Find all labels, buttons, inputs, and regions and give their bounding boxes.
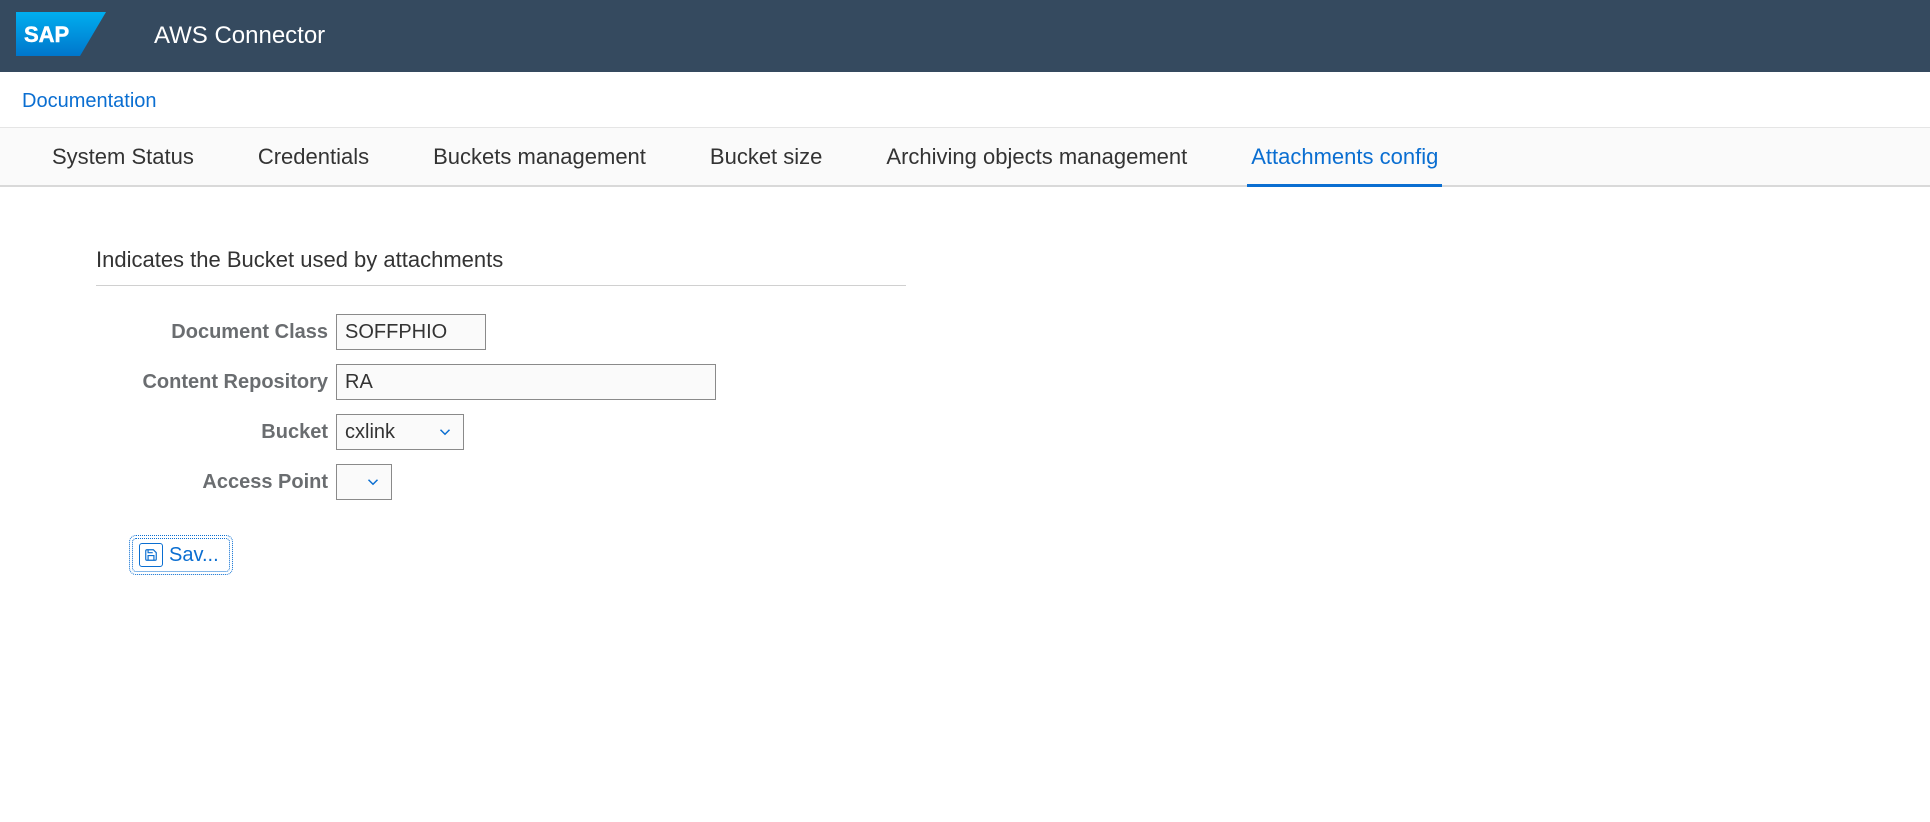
save-icon [139, 543, 163, 567]
label-content-repository: Content Repository [96, 371, 336, 394]
label-access-point: Access Point [96, 471, 336, 494]
combo-bucket-value: cxlink [337, 421, 427, 444]
row-document-class: Document Class [96, 314, 1834, 350]
save-button-label: Sav... [169, 544, 219, 567]
tab-bar: System Status Credentials Buckets manage… [0, 128, 1930, 187]
label-document-class: Document Class [96, 321, 336, 344]
content-area: Indicates the Bucket used by attachments… [0, 187, 1930, 612]
section-title: Indicates the Bucket used by attachments [96, 247, 906, 286]
app-title: AWS Connector [154, 22, 325, 50]
sap-logo: SAP [16, 12, 106, 61]
label-bucket: Bucket [96, 421, 336, 444]
chevron-down-icon [427, 423, 463, 441]
row-content-repository: Content Repository [96, 364, 1834, 400]
combo-access-point[interactable] [336, 464, 392, 500]
tab-bucket-size[interactable]: Bucket size [706, 128, 827, 187]
row-bucket: Bucket cxlink [96, 414, 1834, 450]
tab-credentials[interactable]: Credentials [254, 128, 373, 187]
tab-system-status[interactable]: System Status [48, 128, 198, 187]
app-header: SAP AWS Connector [0, 0, 1930, 72]
tab-archiving-objects[interactable]: Archiving objects management [882, 128, 1191, 187]
documentation-link[interactable]: Documentation [22, 90, 157, 112]
tab-attachments-config[interactable]: Attachments config [1247, 128, 1442, 187]
row-access-point: Access Point [96, 464, 1834, 500]
svg-text:SAP: SAP [24, 22, 69, 47]
input-document-class[interactable] [336, 314, 486, 350]
combo-bucket[interactable]: cxlink [336, 414, 464, 450]
tab-buckets-management[interactable]: Buckets management [429, 128, 650, 187]
save-button[interactable]: Sav... [132, 538, 230, 572]
input-content-repository[interactable] [336, 364, 716, 400]
subheader: Documentation [0, 72, 1930, 128]
chevron-down-icon [355, 473, 391, 491]
